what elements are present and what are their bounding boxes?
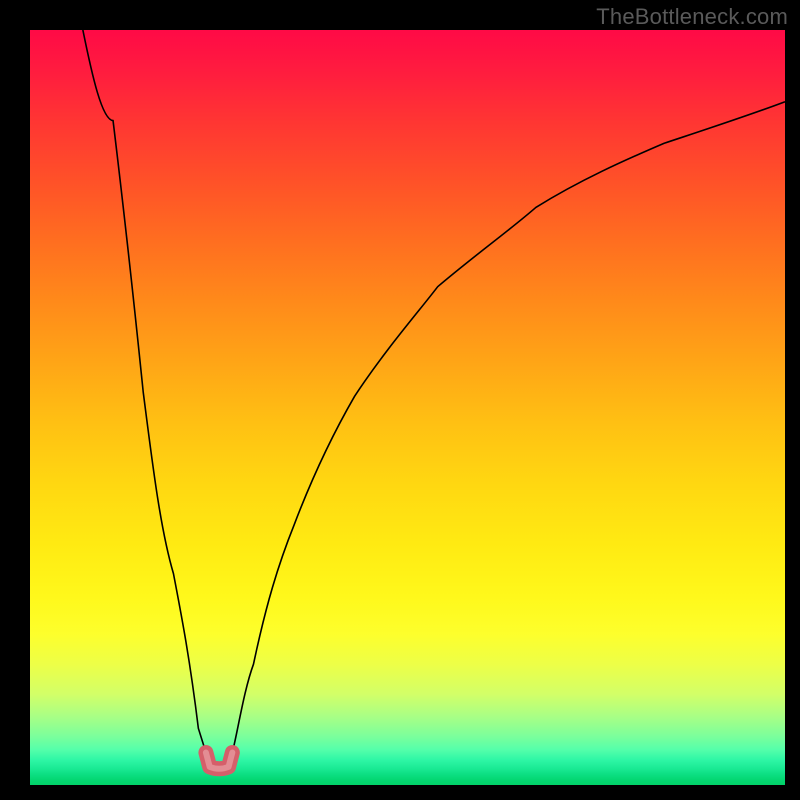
chart-frame: TheBottleneck.com xyxy=(0,0,800,800)
watermark-text: TheBottleneck.com xyxy=(596,4,788,30)
curve-layer xyxy=(30,30,785,785)
left-branch-curve xyxy=(83,30,206,753)
right-branch-curve xyxy=(232,102,785,753)
plot-area xyxy=(30,30,785,785)
